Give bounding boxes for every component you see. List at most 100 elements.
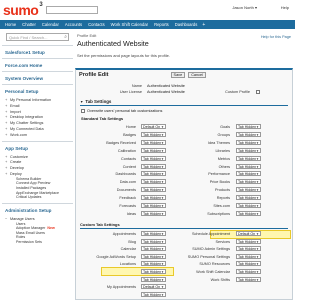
tab-visibility-select[interactable]: Tab Hidden ▼ bbox=[236, 253, 261, 259]
sidebar-section-system-overview[interactable]: System Overview bbox=[2, 71, 73, 84]
tab-visibility-select[interactable]: Tab Hidden ▼ bbox=[141, 203, 166, 208]
new-badge: New bbox=[47, 226, 55, 231]
tab-visibility-select[interactable]: Tab Hidden ▼ bbox=[236, 171, 261, 177]
tab-visibility-select[interactable]: Tab Hidden ▼ bbox=[236, 139, 261, 145]
tab-visibility-value: Tab Hidden bbox=[143, 148, 162, 153]
sumo-logo[interactable]: sumo3 bbox=[3, 2, 43, 18]
tab-visibility-select[interactable]: Tab Hidden ▼ bbox=[236, 155, 261, 161]
dropdown-arrow-icon: ▼ bbox=[161, 164, 164, 169]
tab-visibility-value: Tab Hidden bbox=[238, 140, 257, 145]
tab-visibility-select[interactable]: Tab Hidden ▼ bbox=[141, 261, 166, 267]
tab-settings-heading[interactable]: ▼ Tab Settings bbox=[80, 99, 288, 106]
tab-accounts[interactable]: Accounts bbox=[62, 20, 85, 29]
sidebar-section-salesforce1[interactable]: Salesforce1 Setup bbox=[2, 45, 73, 58]
tab-visibility-select[interactable]: Tab Hidden ▼ bbox=[236, 246, 261, 252]
tab-visibility-value: Default On bbox=[143, 285, 161, 290]
tab-visibility-select[interactable]: Default On ▼ bbox=[141, 284, 166, 290]
tab-visibility-select[interactable]: Tab Hidden ▼ bbox=[141, 210, 166, 216]
setup-sidebar: Quick Find / Search... ⌕ Salesforce1 Setu… bbox=[2, 33, 73, 300]
dropdown-arrow-icon: ▼ bbox=[256, 164, 259, 169]
help-link[interactable]: Help bbox=[281, 5, 289, 10]
tab-setting-label: Goals bbox=[220, 125, 230, 129]
sidebar-section-personal-setup[interactable]: Personal Setup bbox=[2, 84, 73, 97]
tab-setting-label: SUMO Admin Settings bbox=[192, 247, 230, 252]
tab-visibility-select[interactable]: Tab Hidden ▼ bbox=[236, 269, 261, 274]
tab-visibility-select[interactable]: Tab Hidden ▼ bbox=[141, 187, 166, 193]
sidebar-subitem[interactable]: Critical Updates bbox=[2, 195, 73, 200]
save-button[interactable]: Save bbox=[170, 72, 186, 78]
tab-visibility-select[interactable]: Tab Hidden ▼ bbox=[141, 246, 166, 252]
overwrite-label: Overwrite users' personal tab customizat… bbox=[87, 109, 163, 113]
tab-setting-label: Home bbox=[125, 125, 136, 129]
tab-home[interactable]: Home bbox=[2, 20, 19, 29]
tab-visibility-select[interactable]: Tab Hidden ▼ bbox=[236, 124, 261, 129]
tab-visibility-value: Tab Hidden bbox=[238, 254, 257, 259]
tab-visibility-select[interactable]: Tab Hidden ▼ bbox=[141, 195, 166, 201]
sidebar-subitem[interactable]: Permission Sets bbox=[2, 240, 73, 245]
tab-visibility-select[interactable]: Tab Hidden ▼ bbox=[141, 276, 166, 282]
tab-visibility-select[interactable]: Tab Hidden ▼ bbox=[141, 171, 166, 177]
sidebar-item[interactable]: + Deploy bbox=[2, 171, 73, 177]
tab-visibility-select[interactable]: Tab Hidden ▼ bbox=[141, 131, 166, 137]
tab-visibility-select[interactable]: Tab Hidden ▼ bbox=[236, 131, 261, 137]
tab-visibility-select[interactable]: Tab Hidden ▼ bbox=[236, 195, 261, 201]
sidebar-section-force-home[interactable]: Force.com Home bbox=[2, 58, 73, 71]
tab-visibility-select[interactable]: Tab Hidden ▼ bbox=[141, 231, 166, 236]
license-value: Authenticated Website bbox=[147, 90, 185, 94]
tab-work-shift-calendar[interactable]: Work Shift Calendar bbox=[108, 20, 151, 29]
sidebar-section-app-setup[interactable]: App Setup bbox=[2, 140, 73, 154]
sidebar-item[interactable]: + Work.com bbox=[2, 132, 73, 138]
tab-setting-label: Price Books bbox=[209, 180, 230, 185]
user-menu[interactable]: Jason North ▾ bbox=[232, 5, 257, 10]
tab-visibility-select[interactable]: Tab Hidden ▼ bbox=[141, 269, 166, 274]
tab-setting-label: Idea Themes bbox=[207, 140, 230, 145]
tab-visibility-value: Tab Hidden bbox=[143, 180, 162, 185]
tab-visibility-value: Tab Hidden bbox=[238, 156, 257, 161]
tab-setting-label: Metrics bbox=[217, 156, 230, 161]
tab-visibility-value: Tab Hidden bbox=[238, 132, 257, 137]
page-help-link[interactable]: Help for this Page bbox=[261, 35, 291, 39]
overwrite-checkbox[interactable] bbox=[81, 109, 85, 113]
tab-visibility-select[interactable]: Tab Hidden ▼ bbox=[236, 238, 261, 244]
tab-visibility-select[interactable]: Tab Hidden ▼ bbox=[236, 147, 261, 153]
sidebar-section-administration-setup[interactable]: Administration Setup bbox=[2, 202, 73, 216]
tab-visibility-select[interactable]: Tab Hidden ▼ bbox=[236, 276, 261, 282]
tab-reports[interactable]: Reports bbox=[151, 20, 172, 29]
cancel-button[interactable]: Cancel bbox=[188, 72, 207, 78]
sidebar-item-manage-users[interactable]: − Manage Users bbox=[2, 216, 73, 222]
global-search-input[interactable] bbox=[46, 6, 98, 14]
tab-visibility-value: Tab Hidden bbox=[238, 247, 257, 252]
tab-visibility-select[interactable]: Tab Hidden ▼ bbox=[236, 210, 261, 216]
tab-visibility-select[interactable]: Tab Hidden ▼ bbox=[236, 203, 261, 208]
tab-visibility-select[interactable]: Default On ▼ bbox=[141, 124, 166, 129]
tab-setting-label: Badges bbox=[123, 132, 136, 137]
tab-visibility-select[interactable]: Tab Hidden ▼ bbox=[141, 291, 166, 297]
tab-visibility-select[interactable]: Tab Hidden ▼ bbox=[141, 179, 166, 185]
tab-visibility-select[interactable]: Tab Hidden ▼ bbox=[236, 163, 261, 169]
dropdown-arrow-icon: ▼ bbox=[256, 188, 259, 193]
dropdown-arrow-icon: ▼ bbox=[161, 232, 164, 236]
dropdown-arrow-icon: ▼ bbox=[161, 292, 164, 297]
dropdown-arrow-icon: ▼ bbox=[256, 125, 259, 129]
tab-visibility-select[interactable]: Tab Hidden ▼ bbox=[236, 179, 261, 185]
tab-visibility-value: Tab Hidden bbox=[143, 140, 162, 145]
tab-setting-label: Contacts bbox=[121, 156, 136, 161]
tab-chatter[interactable]: Chatter bbox=[19, 20, 39, 29]
sidebar-search-input[interactable]: Quick Find / Search... ⌕ bbox=[6, 33, 69, 41]
tab-visibility-select[interactable]: Tab Hidden ▼ bbox=[141, 147, 166, 153]
tab-contacts[interactable]: Contacts bbox=[85, 20, 108, 29]
dropdown-arrow-icon: ▼ bbox=[256, 148, 259, 153]
tab-setting-label: SUMO Personal Settings bbox=[187, 254, 230, 259]
tab-calendar[interactable]: Calendar bbox=[39, 20, 62, 29]
tab-visibility-select[interactable]: Tab Hidden ▼ bbox=[236, 261, 261, 267]
tab-visibility-select[interactable]: Tab Hidden ▼ bbox=[141, 238, 166, 244]
app-tab-bar: Home Chatter Calendar Accounts Contacts … bbox=[0, 20, 295, 29]
tab-visibility-select[interactable]: Tab Hidden ▼ bbox=[141, 163, 166, 169]
tab-visibility-select[interactable]: Tab Hidden ▼ bbox=[141, 139, 166, 145]
tab-visibility-select[interactable]: Tab Hidden ▼ bbox=[141, 253, 166, 259]
add-tab-icon[interactable]: + bbox=[202, 22, 205, 28]
tab-visibility-select[interactable]: Tab Hidden ▼ bbox=[236, 187, 261, 193]
tab-visibility-select[interactable]: Default On ▼ bbox=[236, 231, 261, 236]
tab-visibility-select[interactable]: Tab Hidden ▼ bbox=[141, 155, 166, 161]
tab-dashboards[interactable]: Dashboards bbox=[172, 20, 201, 29]
